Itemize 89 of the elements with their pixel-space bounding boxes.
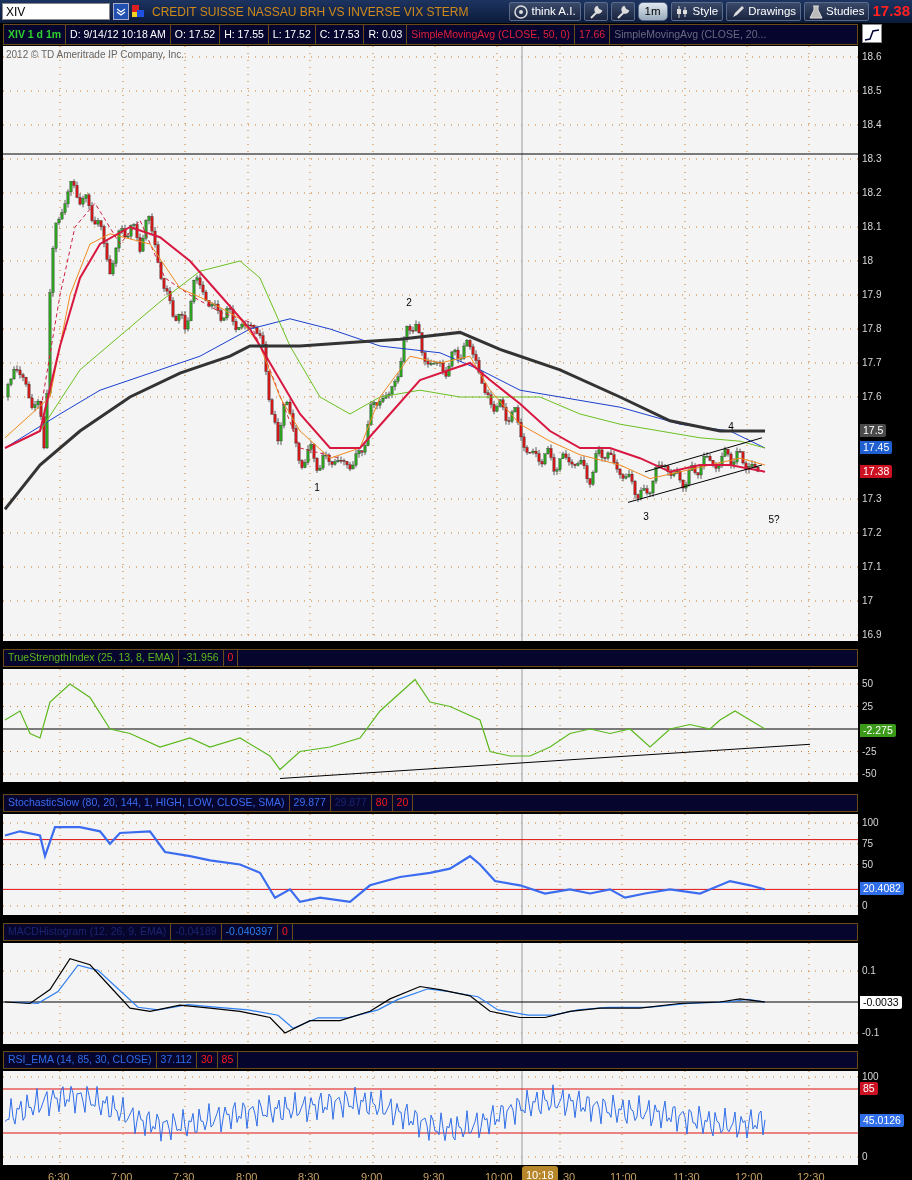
study-value: 20: [392, 795, 414, 811]
chevron-icon: [116, 7, 126, 16]
study-name: StochasticSlow (80, 20, 144, 1, HIGH, LOW, CLOSE, SMA): [4, 795, 290, 811]
quote-value: L: 17.52: [268, 25, 316, 44]
chart-settings-button[interactable]: [862, 24, 882, 43]
value-badge: 85: [860, 1082, 878, 1095]
cursor-time-label: 10:18: [522, 1166, 558, 1180]
quote-value: O: 17.52: [170, 25, 221, 44]
study-value: -31.956: [178, 650, 224, 666]
copyright-text: 2012 © TD Ameritrade IP Company, Inc.: [6, 49, 184, 60]
axis-label: -0.1: [862, 1027, 880, 1039]
study-value: -0.04189: [171, 924, 222, 940]
axis-label: 18.2: [862, 187, 882, 199]
axis-label: -50: [862, 768, 877, 780]
axis-label: 50: [862, 858, 874, 871]
axis-label: 0: [862, 900, 868, 912]
study-label: SimpleMovingAvg (CLOSE, 50, 0): [407, 25, 575, 44]
axis-label: 18.3: [862, 153, 882, 165]
instrument-title: CREDIT SUISSE NASSAU BRH VS INVERSE VIX STERM: [152, 3, 469, 21]
axis-label: 0.1: [862, 965, 876, 977]
wave-label: 5?: [768, 514, 780, 525]
value-badge: 17.45: [860, 441, 893, 454]
value-badge: 20.4082: [860, 882, 904, 896]
target-icon: [514, 4, 529, 19]
axis-label: 17: [862, 595, 874, 607]
last-price: 17.38: [872, 1, 910, 22]
axis-label: 17.1: [862, 561, 882, 573]
value-badge: -2.275: [860, 724, 896, 738]
study-value: 29.877: [330, 795, 372, 811]
study-value: -0.040397: [221, 924, 278, 940]
axis-label: 18.6: [862, 51, 882, 63]
value-badge: 17.5: [860, 424, 887, 437]
value-badge: 45.0126: [860, 1114, 904, 1127]
axis-label: 17.3: [862, 493, 882, 505]
axis-label: 18.4: [862, 119, 882, 131]
axis-label: 17.6: [862, 391, 882, 403]
candlestick-icon: [675, 4, 690, 19]
axis-label: 0: [862, 1151, 868, 1163]
pencil-icon: [731, 4, 746, 19]
quote-value: C: 17.53: [315, 25, 365, 44]
axis-label: 75: [862, 837, 874, 850]
axis-label: 17.2: [862, 527, 882, 539]
quote-value: R: 0.03: [364, 25, 408, 44]
wave-label: 4: [728, 421, 734, 432]
axis-label: 17.9: [862, 289, 882, 301]
symbol-field[interactable]: XIV: [2, 3, 110, 20]
study-name: MACDHistogram (12, 26, 9, EMA): [4, 924, 172, 940]
wrench-icon: [615, 4, 630, 19]
study-name: TrueStrengthIndex (25, 13, 8, EMA): [4, 650, 179, 666]
axis-label: 100: [862, 817, 879, 829]
axis-label: 25: [862, 700, 874, 713]
study-value: 0: [223, 650, 239, 666]
wave-label: 3: [643, 511, 649, 522]
study-value: 80: [371, 795, 393, 811]
study-value: 29.877: [289, 795, 331, 811]
color-squares-icon: [132, 5, 145, 18]
drawings-button[interactable]: Drawings: [726, 2, 802, 21]
tool-button[interactable]: [583, 2, 608, 21]
quote-value: D: 9/14/12 10:18 AM: [66, 25, 171, 44]
study-value: 0: [277, 924, 293, 940]
style-button[interactable]: Style: [670, 2, 724, 21]
symbol-label: XIV 1 d 1m: [4, 25, 67, 44]
study-label: SimpleMovingAvg (CLOSE, 20...: [613, 26, 768, 42]
study-value: 85: [217, 1052, 239, 1068]
wave-label: 2: [406, 297, 412, 308]
axis-label: 16.9: [862, 629, 882, 641]
period-button[interactable]: 1m: [637, 2, 668, 21]
axis-label: 17.7: [862, 357, 882, 369]
studies-button[interactable]: Studies: [804, 2, 870, 21]
axis-label: 18.5: [862, 85, 882, 97]
study-value: 30: [196, 1052, 218, 1068]
study-value: 37.112: [156, 1052, 197, 1068]
axis-label: 18: [862, 255, 874, 267]
study-name: RSI_EMA (14, 85, 30, CLOSE): [4, 1052, 157, 1068]
wrench-icon: [588, 4, 603, 19]
wave-label: 1: [314, 482, 320, 493]
study-label: 17.66: [574, 25, 611, 44]
axis-label: 18.1: [862, 221, 882, 233]
quote-value: H: 17.55: [220, 25, 269, 44]
value-badge: 17.38: [860, 464, 893, 478]
axis-label: -25: [862, 745, 877, 758]
tool-button[interactable]: [610, 2, 635, 21]
axis-label: 100: [862, 1071, 879, 1083]
flask-icon: [809, 4, 824, 19]
axis-label: 17.8: [862, 323, 882, 335]
axis-label: 50: [862, 678, 874, 690]
value-badge: -0.0033: [860, 996, 902, 1009]
dropdown-button[interactable]: [113, 3, 129, 20]
ai-button[interactable]: think A.I.: [509, 2, 581, 21]
